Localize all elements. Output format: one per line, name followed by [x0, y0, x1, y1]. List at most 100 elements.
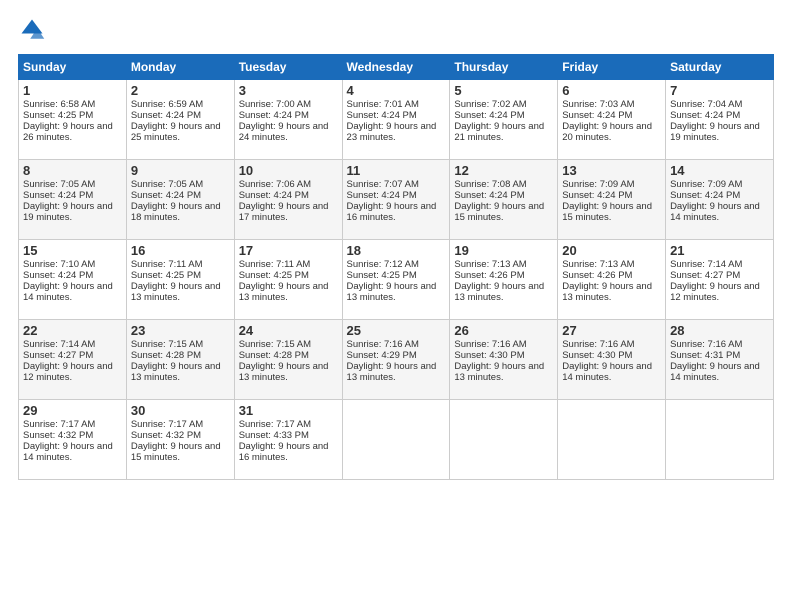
daylight-line: Daylight: 9 hours and 24 minutes.: [239, 121, 338, 143]
calendar-cell: 29Sunrise: 7:17 AMSunset: 4:32 PMDayligh…: [19, 400, 127, 480]
calendar-header-row: SundayMondayTuesdayWednesdayThursdayFrid…: [19, 55, 774, 80]
sunset-line: Sunset: 4:24 PM: [454, 110, 553, 121]
sunset-line: Sunset: 4:24 PM: [562, 190, 661, 201]
calendar-cell: 1Sunrise: 6:58 AMSunset: 4:25 PMDaylight…: [19, 80, 127, 160]
daylight-line: Daylight: 9 hours and 19 minutes.: [23, 201, 122, 223]
sunset-line: Sunset: 4:26 PM: [562, 270, 661, 281]
sunset-line: Sunset: 4:24 PM: [239, 190, 338, 201]
calendar-cell: 18Sunrise: 7:12 AMSunset: 4:25 PMDayligh…: [342, 240, 450, 320]
day-number: 24: [239, 323, 338, 338]
calendar-week-5: 29 Sunrise: 7:17 AM Sunset: 4:32 PMDayligh…: [19, 400, 774, 480]
calendar-cell: 11Sunrise: 7:07 AMSunset: 4:24 PMDayligh…: [342, 160, 450, 240]
daylight-line: Daylight: 9 hours and 13 minutes.: [131, 281, 230, 303]
sunset-line: Sunset: 4:24 PM: [239, 110, 338, 121]
sunrise-line: Sunrise: 7:03 AM: [562, 99, 661, 110]
sunset-line: Sunset: 4:24 PM: [347, 110, 446, 121]
daylight-line: Daylight: 9 hours and 21 minutes.: [454, 121, 553, 143]
calendar-cell: 22Sunrise: 7:14 AMSunset: 4:27 PMDayligh…: [19, 320, 127, 400]
sunset-line: Sunset: 4:24 PM: [562, 110, 661, 121]
sunrise-line: Sunrise: 7:14 AM: [23, 339, 122, 350]
sunset-line: Sunset: 4:27 PM: [670, 270, 769, 281]
daylight-line: Daylight: 9 hours and 25 minutes.: [131, 121, 230, 143]
sunset-line: Sunset: 4:31 PM: [670, 350, 769, 361]
sunrise-line: Sunrise: 7:16 AM: [562, 339, 661, 350]
day-number: 31: [239, 403, 338, 418]
calendar-cell: 15Sunrise: 7:10 AMSunset: 4:24 PMDayligh…: [19, 240, 127, 320]
calendar-header-sunday: Sunday: [19, 55, 127, 80]
sunrise-line: Sunrise: 7:17 AM: [131, 419, 230, 430]
sunset-line: Sunset: 4:24 PM: [131, 110, 230, 121]
calendar-cell: 8Sunrise: 7:05 AMSunset: 4:24 PMDaylight…: [19, 160, 127, 240]
calendar-cell: 25Sunrise: 7:16 AMSunset: 4:29 PMDayligh…: [342, 320, 450, 400]
daylight-line: Daylight: 9 hours and 13 minutes.: [131, 361, 230, 383]
calendar-cell: 14Sunrise: 7:09 AMSunset: 4:24 PMDayligh…: [666, 160, 774, 240]
daylight-line: Daylight: 9 hours and 12 minutes.: [23, 361, 122, 383]
day-number: 21: [670, 243, 769, 258]
day-number: 22: [23, 323, 122, 338]
day-number: 29: [23, 403, 122, 418]
calendar-cell: 16Sunrise: 7:11 AMSunset: 4:25 PMDayligh…: [126, 240, 234, 320]
sunrise-line: Sunrise: 6:58 AM: [23, 99, 122, 110]
calendar-cell: 5Sunrise: 7:02 AMSunset: 4:24 PMDaylight…: [450, 80, 558, 160]
daylight-line: Daylight: 9 hours and 26 minutes.: [23, 121, 122, 143]
calendar-cell: 3Sunrise: 7:00 AMSunset: 4:24 PMDaylight…: [234, 80, 342, 160]
day-number: 20: [562, 243, 661, 258]
day-number: 19: [454, 243, 553, 258]
daylight-line: Daylight: 9 hours and 12 minutes.: [670, 281, 769, 303]
sunset-line: Sunset: 4:24 PM: [23, 270, 122, 281]
sunrise-line: Sunrise: 7:00 AM: [239, 99, 338, 110]
calendar-header-friday: Friday: [558, 55, 666, 80]
sunrise-line: Sunrise: 7:17 AM: [239, 419, 338, 430]
calendar-header-tuesday: Tuesday: [234, 55, 342, 80]
daylight-line: Daylight: 9 hours and 18 minutes.: [131, 201, 230, 223]
daylight-line: Daylight: 9 hours and 14 minutes.: [23, 441, 122, 463]
daylight-line: Daylight: 9 hours and 14 minutes.: [670, 201, 769, 223]
daylight-line: Daylight: 9 hours and 15 minutes.: [562, 201, 661, 223]
sunrise-line: Sunrise: 7:11 AM: [131, 259, 230, 270]
daylight-line: Daylight: 9 hours and 14 minutes.: [23, 281, 122, 303]
calendar-cell: 6Sunrise: 7:03 AMSunset: 4:24 PMDaylight…: [558, 80, 666, 160]
calendar-header-wednesday: Wednesday: [342, 55, 450, 80]
calendar-cell: 10Sunrise: 7:06 AMSunset: 4:24 PMDayligh…: [234, 160, 342, 240]
calendar-cell: 27Sunrise: 7:16 AMSunset: 4:30 PMDayligh…: [558, 320, 666, 400]
daylight-line: Daylight: 9 hours and 23 minutes.: [347, 121, 446, 143]
sunrise-line: Sunrise: 7:01 AM: [347, 99, 446, 110]
daylight-line: Daylight: 9 hours and 16 minutes.: [347, 201, 446, 223]
calendar-cell: 23Sunrise: 7:15 AMSunset: 4:28 PMDayligh…: [126, 320, 234, 400]
day-number: 25: [347, 323, 446, 338]
day-number: 2: [131, 83, 230, 98]
day-number: 8: [23, 163, 122, 178]
sunset-line: Sunset: 4:30 PM: [454, 350, 553, 361]
calendar-week-2: 8Sunrise: 7:05 AMSunset: 4:24 PMDaylight…: [19, 160, 774, 240]
sunset-line: Sunset: 4:32 PM: [23, 430, 122, 441]
daylight-line: Daylight: 9 hours and 13 minutes.: [347, 361, 446, 383]
calendar-week-4: 22Sunrise: 7:14 AMSunset: 4:27 PMDayligh…: [19, 320, 774, 400]
day-number: 15: [23, 243, 122, 258]
calendar-cell: 12Sunrise: 7:08 AMSunset: 4:24 PMDayligh…: [450, 160, 558, 240]
calendar-cell: 19Sunrise: 7:13 AMSunset: 4:26 PMDayligh…: [450, 240, 558, 320]
calendar-header-thursday: Thursday: [450, 55, 558, 80]
day-number: 18: [347, 243, 446, 258]
day-number: 12: [454, 163, 553, 178]
sunset-line: Sunset: 4:24 PM: [131, 190, 230, 201]
calendar-cell: [342, 400, 450, 480]
sunset-line: Sunset: 4:25 PM: [23, 110, 122, 121]
calendar-header-saturday: Saturday: [666, 55, 774, 80]
page: SundayMondayTuesdayWednesdayThursdayFrid…: [0, 0, 792, 612]
day-number: 10: [239, 163, 338, 178]
daylight-line: Daylight: 9 hours and 20 minutes.: [562, 121, 661, 143]
day-number: 6: [562, 83, 661, 98]
day-number: 16: [131, 243, 230, 258]
sunset-line: Sunset: 4:24 PM: [670, 110, 769, 121]
calendar-cell: 31Sunrise: 7:17 AMSunset: 4:33 PMDayligh…: [234, 400, 342, 480]
logo-icon: [18, 16, 46, 44]
calendar-cell: 26Sunrise: 7:16 AMSunset: 4:30 PMDayligh…: [450, 320, 558, 400]
daylight-line: Daylight: 9 hours and 13 minutes.: [347, 281, 446, 303]
day-number: 28: [670, 323, 769, 338]
daylight-line: Daylight: 9 hours and 13 minutes.: [239, 281, 338, 303]
daylight-line: Daylight: 9 hours and 13 minutes.: [562, 281, 661, 303]
daylight-line: Daylight: 9 hours and 13 minutes.: [454, 361, 553, 383]
sunset-line: Sunset: 4:30 PM: [562, 350, 661, 361]
daylight-line: Daylight: 9 hours and 13 minutes.: [239, 361, 338, 383]
sunrise-line: Sunrise: 7:13 AM: [562, 259, 661, 270]
